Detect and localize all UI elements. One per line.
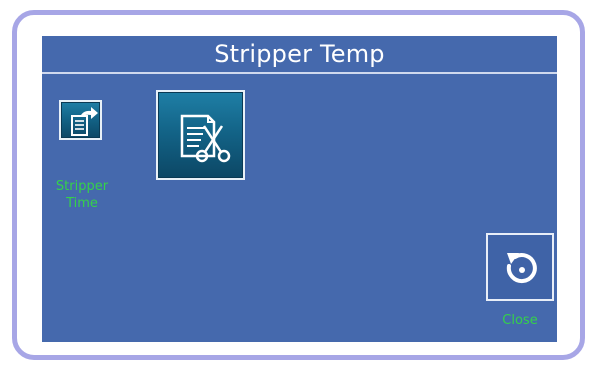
stripper-time-label: Stripper Time (52, 178, 112, 212)
document-arrow-icon (71, 107, 98, 136)
close-label: Close (502, 313, 538, 328)
stripper-time-label-line1: Stripper (55, 179, 109, 194)
page-title: Stripper Temp (214, 40, 385, 68)
cut-document-button[interactable] (156, 90, 245, 180)
stripper-time-label-line2: Time (66, 196, 98, 211)
close-button[interactable] (486, 233, 554, 301)
stripper-time-button[interactable] (59, 100, 102, 140)
main-panel: Stripper Temp Stripper Time Close (42, 36, 557, 342)
document-scissors-icon (180, 114, 231, 163)
title-divider (42, 72, 557, 74)
undo-arrow-icon (506, 253, 537, 284)
